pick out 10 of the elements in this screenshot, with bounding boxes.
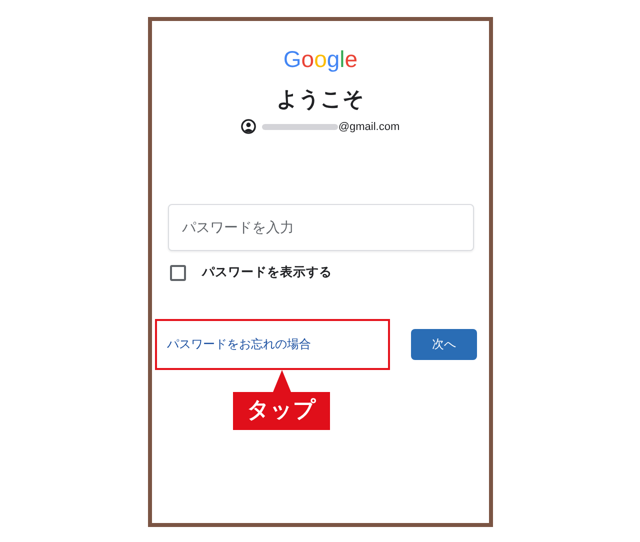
show-password-checkbox[interactable] xyxy=(170,264,186,280)
password-field[interactable]: パスワードを入力 xyxy=(168,204,474,251)
show-password-label: パスワードを表示する xyxy=(202,264,332,281)
next-button[interactable]: 次へ xyxy=(411,329,477,360)
google-logo: Google xyxy=(283,45,358,73)
welcome-heading: ようこそ xyxy=(276,86,364,113)
tap-callout: タップ xyxy=(233,392,330,430)
account-email: @gmail.com xyxy=(338,120,400,132)
forgot-password-link[interactable]: パスワードをお忘れの場合 xyxy=(167,336,311,353)
account-icon xyxy=(241,119,256,134)
